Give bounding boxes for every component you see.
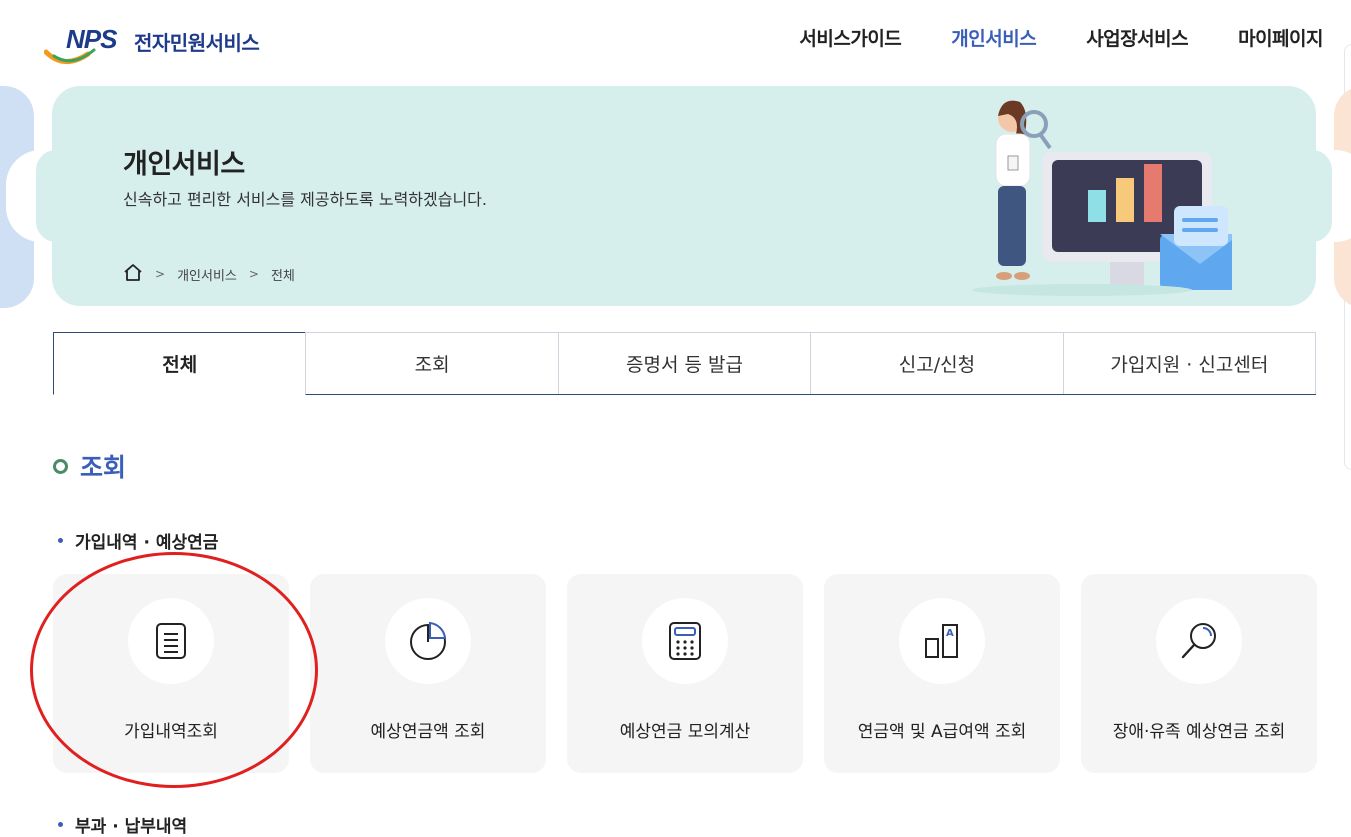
hero-banner-area: 개인서비스 신속하고 편리한 서비스를 제공하도록 노력하겠습니다. > 개인서… [0,86,1351,308]
document-icon [128,598,214,684]
next-subsection-title: 부과 · 납부내역 [58,812,187,837]
chevron-right-icon: > [155,267,166,281]
bar-a-icon: A [899,598,985,684]
card-label: 예상연금액 조회 [370,722,486,742]
nav-my-page[interactable]: 마이페이지 [1238,24,1323,51]
pie-chart-icon [385,598,471,684]
tab-certificate[interactable]: 증명서 등 발급 [557,332,812,394]
nav-personal-service[interactable]: 개인서비스 [951,24,1036,51]
subsection-title-text: 가입내역 · 예상연금 [75,533,219,553]
next-subsection-title-text: 부과 · 납부내역 [75,817,188,837]
card-enrollment-history[interactable]: 가입내역조회 [53,574,289,773]
tab-support-center[interactable]: 가입지원 · 신고센터 [1062,332,1317,394]
home-icon[interactable] [123,263,143,285]
nps-logo-mark: NPS [44,22,128,66]
card-label: 장애·유족 예상연금 조회 [1112,722,1286,742]
section-title-text: 조회 [80,453,127,482]
tab-report-apply[interactable]: 신고/신청 [810,332,1064,394]
logo-mark-text: NPS [66,24,117,54]
card-label: 예상연금 모의계산 [619,722,751,742]
card-pension-simulation[interactable]: 예상연금 모의계산 [567,574,803,773]
category-tabs: 전체 조회 증명서 등 발급 신고/신청 가입지원 · 신고센터 [53,332,1317,395]
banner-illustration [972,100,1232,296]
breadcrumb: > 개인서비스 > 전체 [123,263,295,285]
card-disability-survivor[interactable]: 장애·유족 예상연금 조회 [1081,574,1317,773]
svg-text:A: A [946,628,954,639]
site-logo[interactable]: NPS 전자민원서비스 [44,22,260,66]
nav-business-service[interactable]: 사업장서비스 [1086,24,1188,51]
magnifier-icon [1156,598,1242,684]
service-card-list: 가입내역조회 예상연금액 조회 예상연금 모의계산 A 연금액 및 A급여액 조… [53,574,1317,773]
logo-title: 전자민원서비스 [134,30,260,55]
breadcrumb-item-personal[interactable]: 개인서비스 [177,265,237,284]
circle-bullet-icon [53,458,68,474]
chevron-right-icon: > [248,267,259,281]
card-label: 가입내역조회 [124,722,218,742]
section-title: 조회 [53,448,126,484]
calculator-icon [642,598,728,684]
subsection-title: 가입내역 · 예상연금 [58,528,218,553]
card-pension-a-benefit[interactable]: A 연금액 및 A급여액 조회 [824,574,1060,773]
card-label: 연금액 및 A급여액 조회 [857,722,1027,742]
site-header: NPS 전자민원서비스 서비스가이드 개인서비스 사업장서비스 마이페이지 [0,0,1351,80]
dot-bullet-icon [58,822,63,827]
banner-title: 개인서비스 [123,149,245,180]
card-expected-pension[interactable]: 예상연금액 조회 [310,574,546,773]
tab-inquiry[interactable]: 조회 [305,332,559,394]
nav-service-guide[interactable]: 서비스가이드 [799,24,901,51]
tab-all[interactable]: 전체 [53,332,307,395]
global-nav: 서비스가이드 개인서비스 사업장서비스 마이페이지 [799,24,1323,51]
dot-bullet-icon [58,538,63,543]
banner-subtitle: 신속하고 편리한 서비스를 제공하도록 노력하겠습니다. [123,190,487,209]
breadcrumb-item-all: 전체 [270,268,295,284]
